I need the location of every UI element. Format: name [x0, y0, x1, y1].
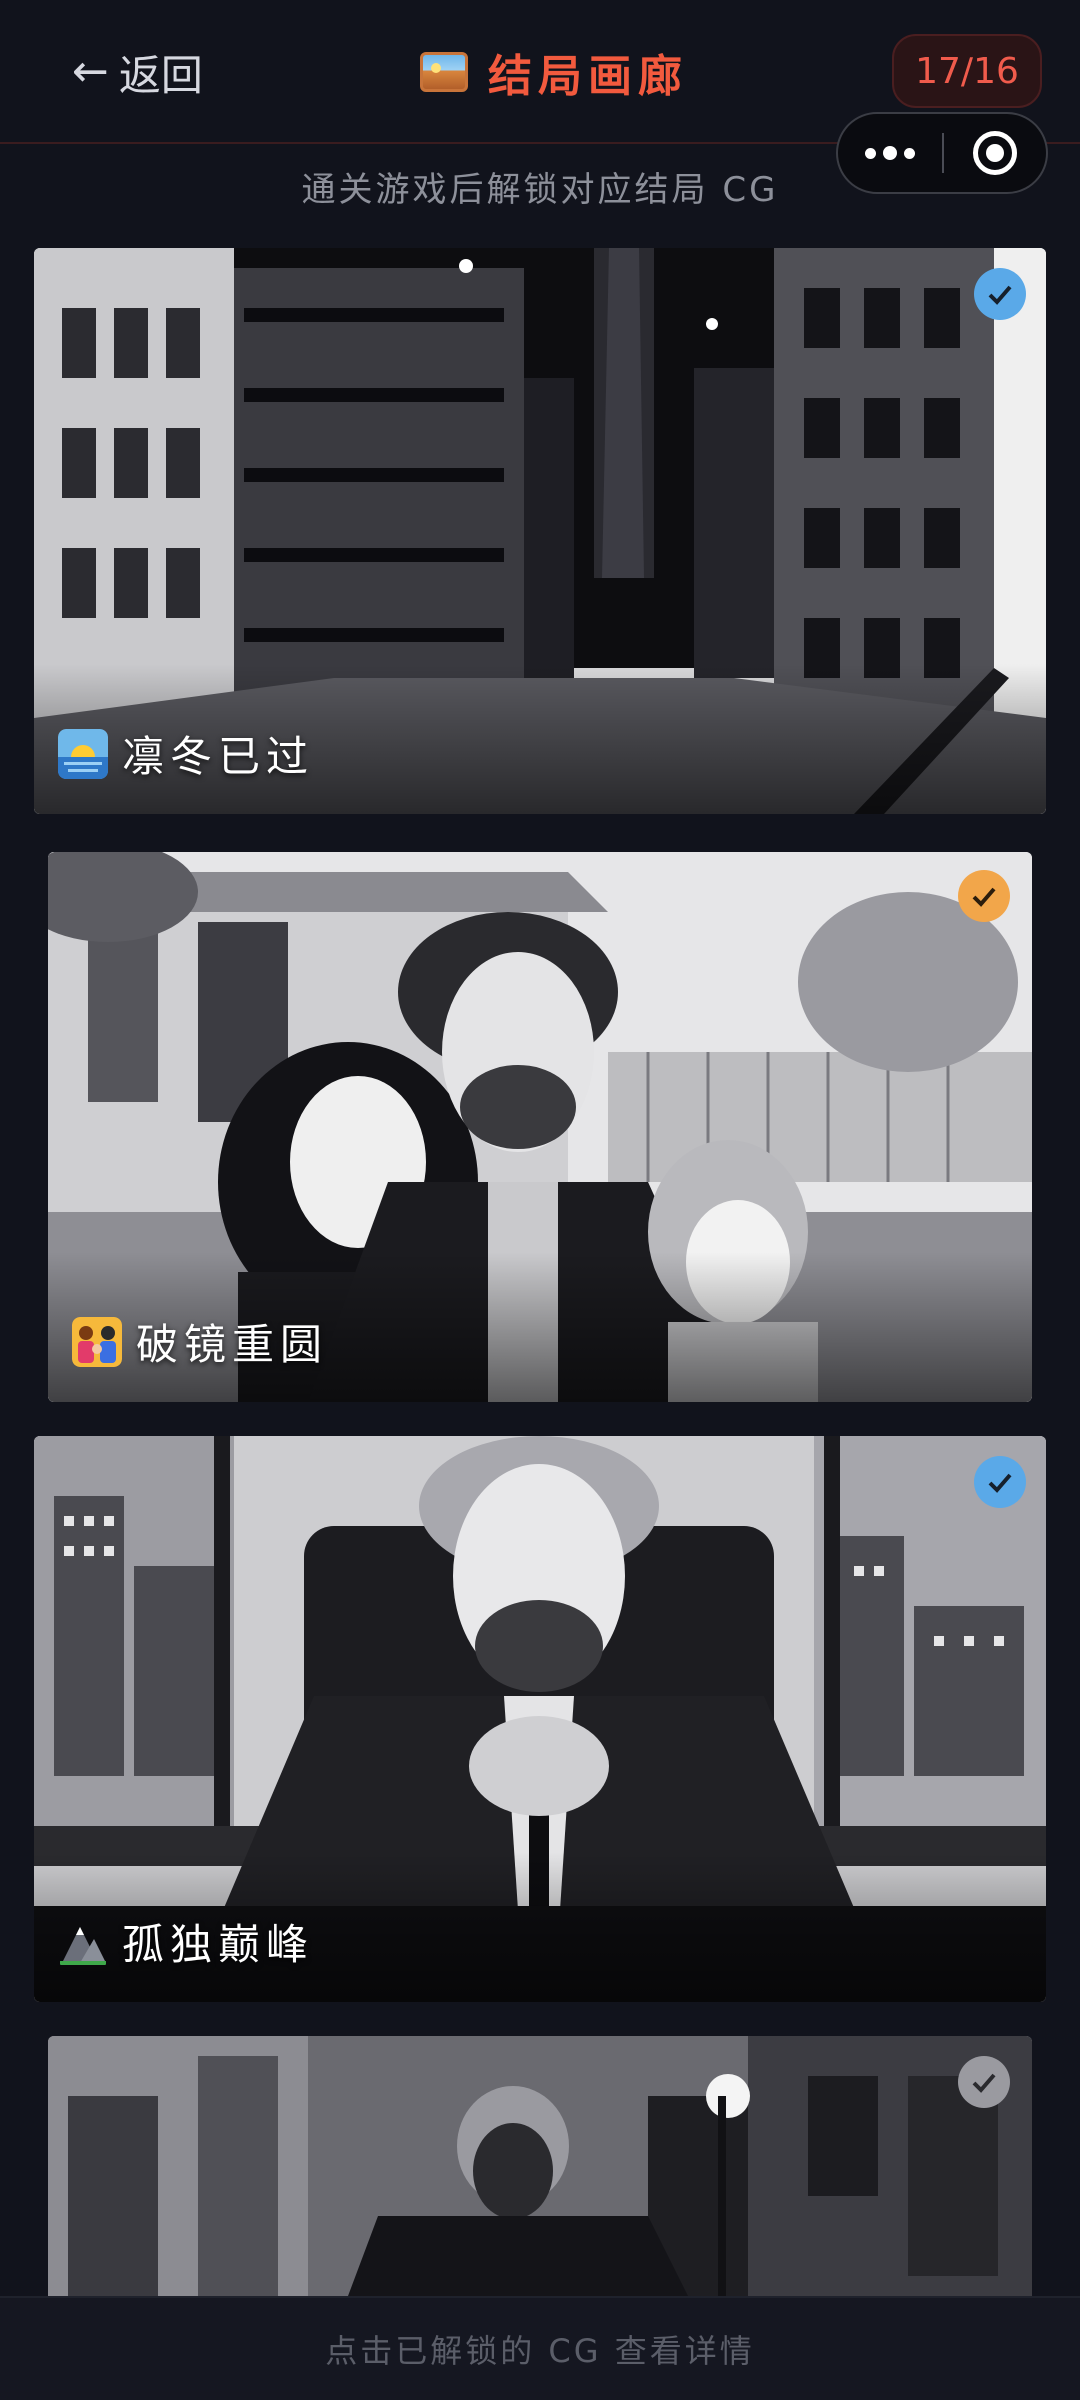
check-icon	[958, 870, 1010, 922]
mountain-icon	[60, 1926, 106, 1965]
family-icon	[72, 1316, 122, 1367]
ending-card-3[interactable]: 孤独巅峰	[34, 1436, 1046, 2002]
picture-icon	[420, 52, 468, 92]
ending-cg-dark-alley	[48, 2036, 1032, 2296]
back-label: 返回	[118, 50, 203, 100]
ending-name: 凛冬已过	[122, 732, 315, 781]
ending-label: 凛冬已过	[58, 723, 314, 784]
ending-name: 破镜重圆	[136, 1320, 329, 1369]
ending-card-1[interactable]: 凛冬已过	[34, 248, 1046, 814]
check-icon	[958, 2056, 1010, 2108]
page-title: 结局画廊	[420, 40, 688, 104]
check-icon	[974, 268, 1026, 320]
check-icon	[974, 1456, 1026, 1508]
ending-card-2[interactable]: 破镜重圆	[48, 852, 1032, 1402]
back-button[interactable]: ← 返回	[72, 42, 203, 102]
page-title-text: 结局画廊	[488, 51, 688, 102]
sunrise-icon	[58, 728, 108, 779]
arrow-left-icon: ←	[72, 46, 109, 97]
gallery-subtitle: 通关游戏后解锁对应结局 CG	[301, 170, 779, 210]
ending-label: 孤独巅峰	[58, 1911, 314, 1972]
ending-label: 破镜重圆	[72, 1311, 328, 1372]
footer-hint: 点击已解锁的 CG 查看详情	[0, 2296, 1080, 2400]
unlock-counter-badge: 17/16	[892, 34, 1042, 108]
ending-card-4[interactable]	[48, 2036, 1032, 2296]
ending-name: 孤独巅峰	[122, 1920, 315, 1969]
